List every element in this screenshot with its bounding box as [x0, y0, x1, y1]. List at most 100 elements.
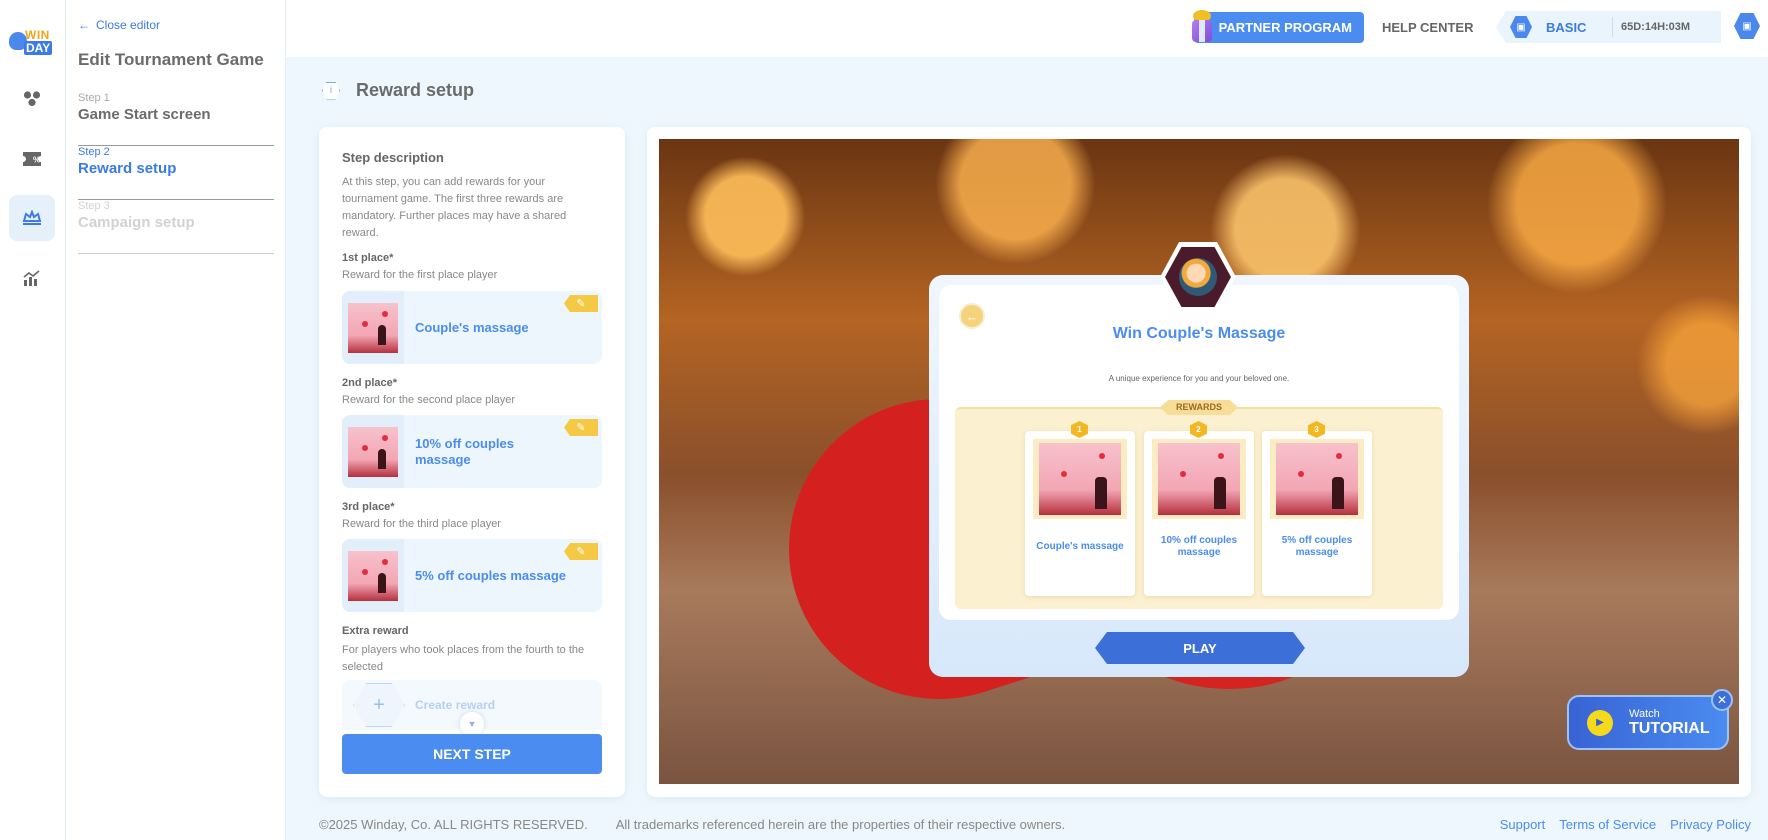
extra-reward-subtitle: For players who took places from the fou…: [342, 644, 585, 673]
info-icon[interactable]: i: [322, 81, 340, 100]
play-button[interactable]: PLAY: [1095, 632, 1305, 664]
rail-item-tournaments[interactable]: [9, 195, 55, 241]
footer-links: Support Terms of Service Privacy Policy: [1500, 817, 1751, 832]
close-editor-label: Close editor: [96, 18, 161, 32]
step-name: Campaign setup: [78, 214, 195, 231]
footer: ©2025 Winday, Co. ALL RIGHTS RESERVED. Al…: [319, 817, 1065, 832]
gift-icon: [1190, 8, 1212, 44]
game-modal: ← Win Couple's Massage A unique experien…: [929, 242, 1469, 677]
place-subtitle: Reward for the third place player: [342, 518, 501, 530]
scroll-down-icon[interactable]: ▼: [460, 712, 484, 736]
tutorial-line2: TUTORIAL: [1629, 719, 1710, 737]
reward-card-3[interactable]: 5% off couples massage ✎: [342, 539, 602, 612]
terms-link[interactable]: Terms of Service: [1559, 817, 1656, 832]
tutorial-line1: Watch: [1629, 707, 1660, 720]
coupon-icon: %: [23, 152, 41, 166]
step-name: Reward setup: [78, 160, 177, 177]
place-title: 3rd place*: [342, 501, 395, 513]
background-image: ← Win Couple's Massage A unique experien…: [659, 139, 1739, 784]
privacy-link[interactable]: Privacy Policy: [1670, 817, 1751, 832]
support-link[interactable]: Support: [1500, 817, 1546, 832]
place-subtitle: Reward for the second place player: [342, 394, 516, 406]
preview-reward-card: 2 10% off couples massage: [1144, 421, 1254, 596]
preview-reward-name: 5% off couples massage: [1281, 535, 1353, 558]
create-reward-label: Create reward: [415, 698, 496, 712]
reward-image: [1158, 443, 1240, 515]
play-icon: ▶: [1587, 709, 1613, 736]
analytics-icon: [23, 270, 40, 286]
icon-rail: WIN DAY %: [0, 0, 66, 840]
rail-item-apps[interactable]: [9, 76, 55, 122]
help-center-link[interactable]: HELP CENTER: [1382, 20, 1474, 35]
watch-tutorial-button[interactable]: ▶ Watch TUTORIAL: [1567, 695, 1729, 750]
step-description-card: Step description At this step, you can a…: [319, 127, 625, 797]
step-description-title: Step description: [342, 150, 444, 165]
reward-image: [1039, 443, 1121, 515]
editor-sidebar: ← Close editor Edit Tournament Game Step…: [66, 0, 286, 840]
cupid-icon: [1179, 258, 1217, 296]
plan-name: BASIC: [1546, 19, 1587, 35]
rail-item-analytics[interactable]: [9, 255, 55, 301]
preview-reward-name: 10% off couples massage: [1160, 535, 1238, 558]
preview-reward-name: Couple's massage: [1036, 541, 1124, 552]
rewards-label: REWARDS: [1160, 400, 1238, 415]
back-arrow-icon[interactable]: ←: [961, 305, 983, 327]
rank-badge: 2: [1190, 421, 1207, 438]
rank-badge: 3: [1308, 421, 1325, 438]
close-icon[interactable]: ✕: [1711, 689, 1733, 711]
rail-item-coupons[interactable]: %: [9, 136, 55, 182]
reward-name: 5% off couples massage: [415, 567, 566, 583]
game-description: A unique experience for you and your bel…: [1108, 374, 1290, 383]
preview-reward-card: 3 5% off couples massage: [1262, 421, 1372, 596]
reward-name: 10% off couples massage: [415, 435, 514, 467]
next-step-button[interactable]: NEXT STEP: [342, 734, 602, 774]
extra-reward-title: Extra reward: [342, 625, 409, 637]
place-title: 2nd place*: [342, 377, 398, 389]
plan-timer: 65D:14H:03M: [1621, 21, 1691, 33]
step-number: Step 3: [78, 200, 110, 212]
place-subtitle: Reward for the first place player: [342, 269, 498, 281]
crown-icon: [22, 210, 42, 225]
top-bar: PARTNER PROGRAM HELP CENTER ▣ BASIC 65D:…: [286, 0, 1768, 57]
page-header: i Reward setup: [322, 80, 474, 101]
profile-icon[interactable]: ▣: [1734, 13, 1760, 39]
reward-card-2[interactable]: 10% off couples massage ✎: [342, 415, 602, 488]
apps-icon: [23, 91, 41, 107]
reward-image: [348, 550, 398, 601]
plus-icon: +: [353, 683, 405, 727]
winday-logo[interactable]: WIN DAY: [9, 28, 55, 56]
plan-badge[interactable]: ▣ BASIC 65D:14H:03M: [1496, 11, 1721, 43]
reward-name: Couple's massage: [415, 319, 529, 335]
rank-badge: 1: [1071, 421, 1088, 438]
svg-text:%: %: [33, 156, 40, 165]
place-title: 1st place*: [342, 252, 394, 264]
divider: [1612, 17, 1613, 37]
step-item-2[interactable]: Step 2 Reward setup: [78, 146, 274, 200]
copyright-text: ©2025 Winday, Co. ALL RIGHTS RESERVED.: [319, 817, 588, 832]
arrow-left-icon: ←: [78, 18, 90, 32]
step-name: Game Start screen: [78, 106, 211, 123]
step-number: Step 2: [78, 146, 110, 158]
partner-program-button[interactable]: PARTNER PROGRAM: [1194, 12, 1364, 43]
editor-title: Edit Tournament Game: [78, 50, 264, 69]
edit-icon[interactable]: ✎: [564, 419, 598, 436]
step-description-text: At this step, you can add rewards for yo…: [342, 176, 567, 239]
close-editor-link[interactable]: ← Close editor: [78, 18, 160, 32]
game-title: Win Couple's Massage: [1112, 325, 1286, 342]
step-item-1[interactable]: Step 1 Game Start screen: [78, 92, 274, 146]
reward-image: [348, 426, 398, 477]
trademark-text: All trademarks referenced herein are the…: [615, 817, 1066, 832]
reward-image: [348, 302, 398, 353]
edit-icon[interactable]: ✎: [564, 543, 598, 560]
preview-reward-card: 1 Couple's massage: [1025, 421, 1135, 596]
reward-card-1[interactable]: Couple's massage ✎: [342, 291, 602, 364]
edit-icon[interactable]: ✎: [564, 295, 598, 312]
plan-icon: ▣: [1510, 16, 1532, 38]
rewards-panel: REWARDS 1 Couple's massage 2 10% off cou…: [955, 407, 1443, 609]
page-title: Reward setup: [356, 80, 475, 100]
logo-text-bottom: DAY: [24, 41, 53, 55]
step-item-3[interactable]: Step 3 Campaign setup: [78, 200, 274, 254]
step-number: Step 1: [78, 92, 110, 104]
logo-text-top: WIN: [25, 28, 50, 42]
reward-image: [1276, 443, 1358, 515]
